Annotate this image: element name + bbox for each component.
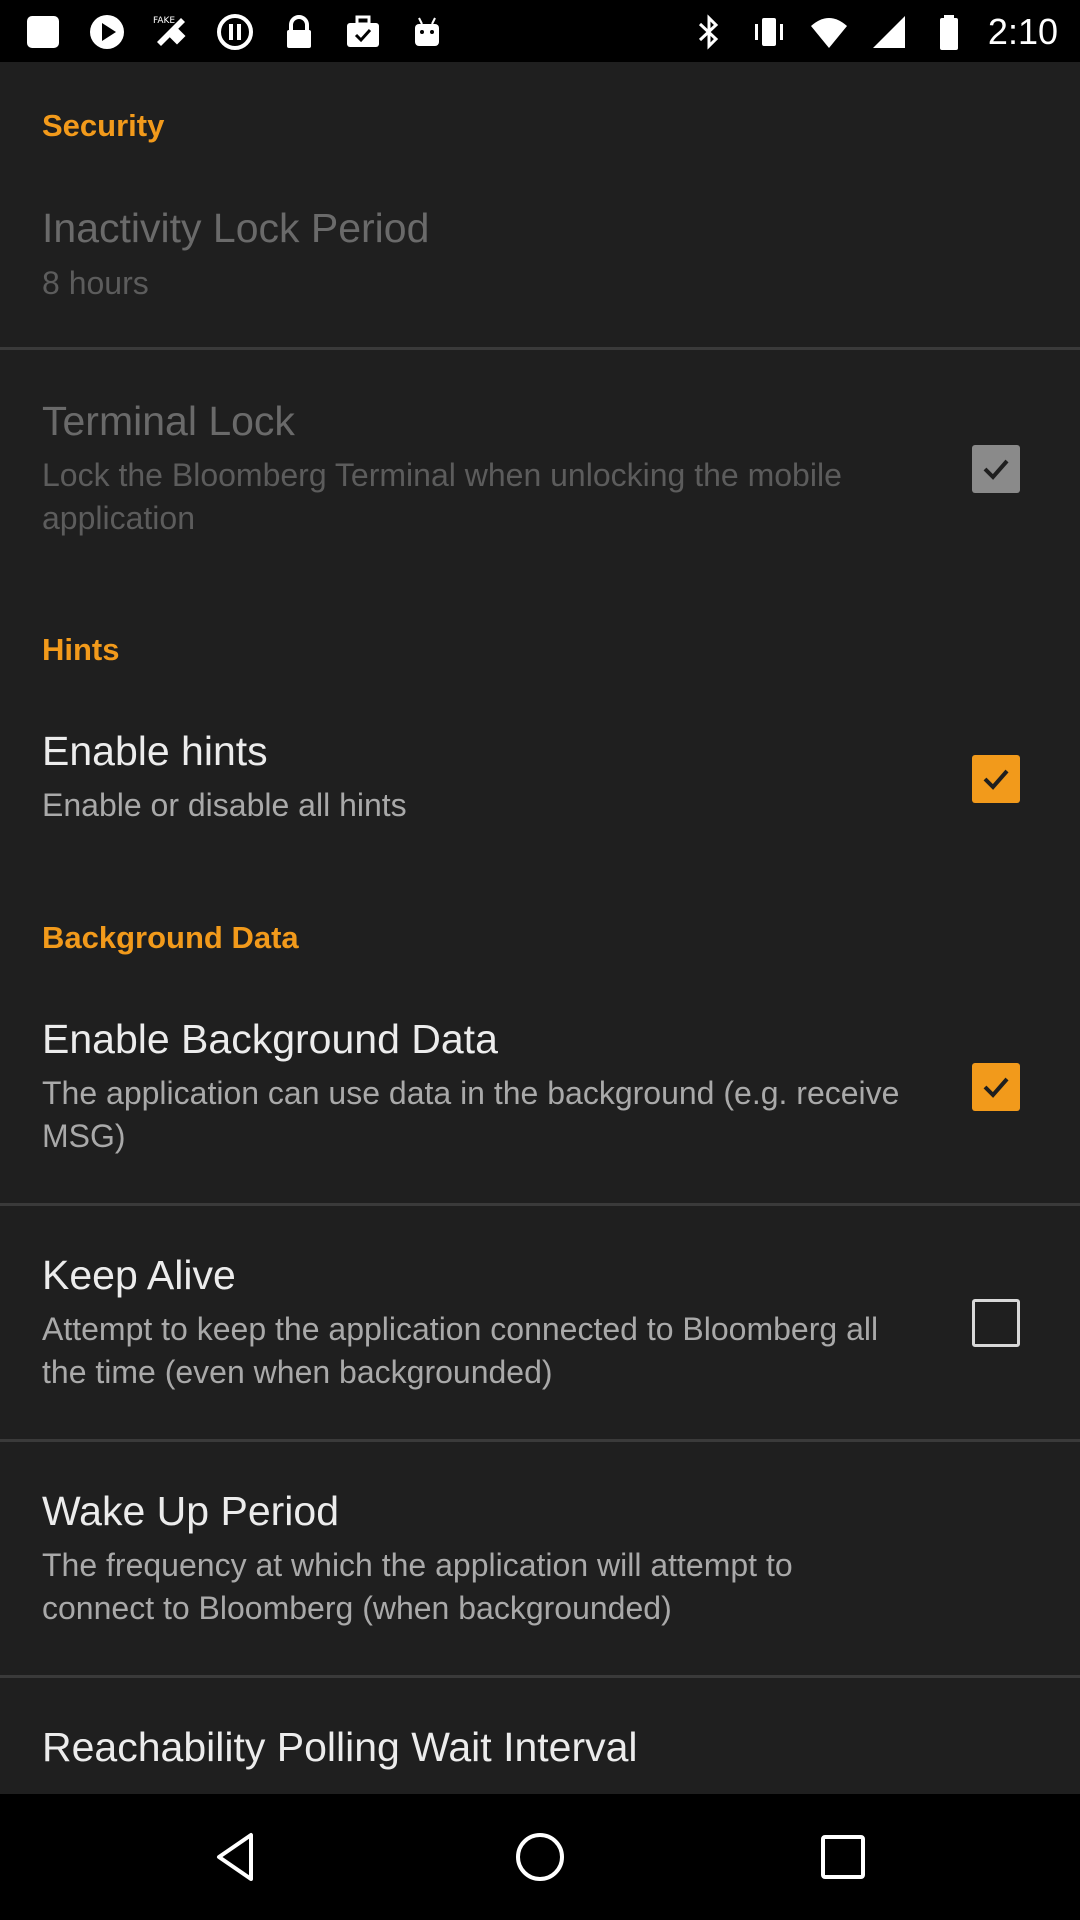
keep-alive-checkbox[interactable] <box>972 1299 1020 1347</box>
terminal-lock-checkbox <box>972 445 1020 493</box>
setting-title: Terminal Lock <box>42 398 295 444</box>
wifi-icon <box>808 11 850 53</box>
enable-hints-checkbox[interactable] <box>972 755 1020 803</box>
setting-title: Reachability Polling Wait Interval <box>42 1724 638 1770</box>
divider <box>0 347 1080 350</box>
status-bar: FAKE 2:10 <box>0 0 1080 62</box>
app-icon <box>22 11 64 53</box>
checkmark-icon <box>983 1077 1009 1098</box>
lock-icon <box>278 11 320 53</box>
back-icon[interactable] <box>202 1822 272 1892</box>
signal-icon <box>868 11 910 53</box>
navigation-bar <box>0 1794 1080 1920</box>
battery-icon <box>928 11 970 53</box>
enable-background-data-checkbox[interactable] <box>972 1063 1020 1111</box>
checkmark-icon <box>983 769 1009 790</box>
play-icon <box>86 11 128 53</box>
briefcase-icon <box>342 11 384 53</box>
bluetooth-icon <box>688 11 730 53</box>
android-icon <box>406 11 448 53</box>
divider <box>0 1203 1080 1206</box>
divider <box>0 1675 1080 1678</box>
checkmark-icon <box>983 459 1009 480</box>
setting-title: Enable hints <box>42 728 268 774</box>
divider <box>0 1439 1080 1442</box>
fake-gps-icon: FAKE <box>150 11 192 53</box>
setting-subtitle: Attempt to keep the application connecte… <box>42 1311 879 1390</box>
clock: 2:10 <box>987 11 1058 52</box>
settings-list[interactable]: Security Inactivity Lock Period 8 hours … <box>0 62 1080 1794</box>
setting-title: Wake Up Period <box>42 1488 339 1534</box>
section-header-background-data: Background Data <box>42 920 299 955</box>
home-icon[interactable] <box>505 1822 575 1892</box>
recents-icon[interactable] <box>808 1822 878 1892</box>
svg-text:FAKE: FAKE <box>153 16 175 26</box>
section-header-security: Security <box>42 108 165 143</box>
sync-icon <box>214 11 256 53</box>
section-header-hints: Hints <box>42 632 120 667</box>
setting-subtitle: The application can use data in the back… <box>42 1075 900 1154</box>
setting-title: Keep Alive <box>42 1252 236 1298</box>
setting-subtitle: 8 hours <box>42 265 149 301</box>
setting-title: Inactivity Lock Period <box>42 205 430 251</box>
setting-subtitle: Lock the Bloomberg Terminal when unlocki… <box>42 457 842 536</box>
setting-subtitle: The frequency at which the application w… <box>42 1547 793 1626</box>
vibrate-icon <box>748 11 790 53</box>
setting-title: Enable Background Data <box>42 1016 498 1062</box>
notification-icons: FAKE <box>22 10 448 54</box>
system-icons: 2:10 <box>688 10 1058 54</box>
setting-subtitle: Enable or disable all hints <box>42 787 407 823</box>
